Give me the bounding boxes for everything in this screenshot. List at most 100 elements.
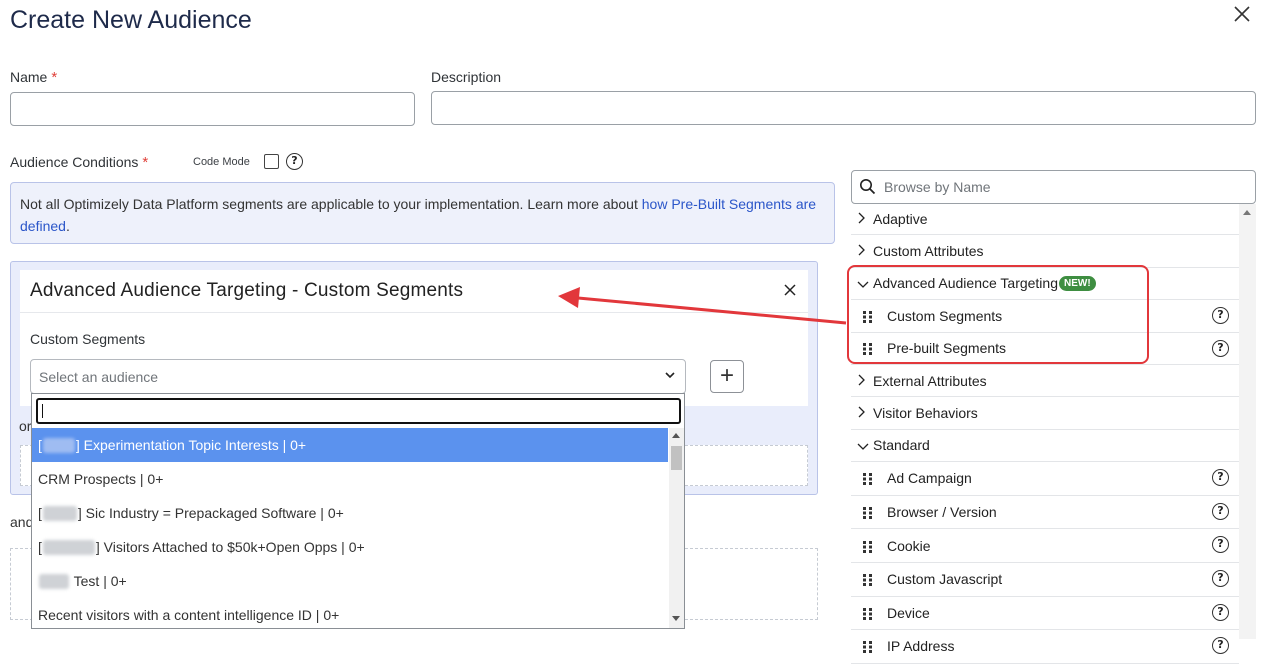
remove-condition-icon[interactable] [782,282,798,303]
dropdown-scrollbar[interactable] [669,428,684,628]
redacted-text [42,437,75,453]
condition-card-title: Advanced Audience Targeting - Custom Seg… [30,280,464,301]
drag-handle-icon[interactable] [863,607,873,620]
category-label: External Attributes [873,372,987,389]
category-adaptive[interactable]: Adaptive [851,203,1239,236]
item-label: Cookie [887,537,931,554]
audience-conditions-text: Audience Conditions [10,154,139,170]
dropdown-option[interactable]: Test | 0+ [32,564,668,598]
info-tail: . [65,218,70,234]
drag-handle-icon[interactable] [863,540,873,553]
category-custom-attributes[interactable]: Custom Attributes [851,235,1239,268]
code-mode-help-icon[interactable]: ? [286,153,303,170]
code-mode-checkbox[interactable] [264,154,279,169]
browse-search-input[interactable]: Browse by Name [851,170,1256,204]
info-banner: Not all Optimizely Data Platform segment… [10,182,835,244]
item-label: Browser / Version [887,504,997,521]
item-standard[interactable]: Device? [851,597,1239,631]
name-label-text: Name [10,69,48,85]
category-label: Standard [873,437,930,454]
chevron-right-icon [857,373,867,389]
card-divider [20,312,808,313]
required-mark: * [142,154,149,171]
redacted-text [42,539,95,555]
info-text: Not all Optimizely Data Platform segment… [20,196,642,212]
audience-select[interactable]: Select an audience [30,359,686,394]
chevron-down-icon [663,368,677,385]
option-prefix: [ [38,505,42,521]
code-mode-label: Code Mode [193,156,250,168]
item-label: Ad Campaign [887,470,972,487]
chevron-right-icon [857,211,867,227]
audience-conditions-label: Audience Conditions * [10,154,148,171]
chevron-right-icon [857,243,867,259]
audience-select-placeholder: Select an audience [39,369,159,385]
category-visitor-behaviors[interactable]: Visitor Behaviors [851,397,1239,430]
page-title: Create New Audience [10,6,252,34]
item-standard[interactable]: Custom Javascript? [851,563,1239,597]
category-external-attributes[interactable]: External Attributes [851,365,1239,398]
description-input[interactable] [431,91,1256,125]
help-icon[interactable]: ? [1212,569,1229,587]
scroll-up-arrow-icon[interactable] [1243,210,1251,215]
dropdown-option[interactable]: [ ] Sic Industry = Prepackaged Software |… [32,496,668,530]
search-icon [859,178,876,200]
drag-handle-icon[interactable] [863,472,873,486]
custom-segments-field-label: Custom Segments [30,331,146,347]
item-standard[interactable]: Cookie? [851,529,1239,563]
chevron-right-icon [857,405,867,421]
category-label: Custom Attributes [873,243,984,260]
help-icon[interactable]: ? [1212,307,1229,325]
option-prefix: [ [38,437,42,453]
dropdown-search-input[interactable] [36,398,681,424]
dropdown-list: [ ] Experimentation Topic Interests | 0+ C… [32,428,668,628]
category-label: Visitor Behaviors [873,405,978,422]
text-caret [42,404,43,418]
item-label: Custom Javascript [887,571,1003,588]
annotation-highlight-box [847,265,1149,364]
scroll-thumb[interactable] [671,446,682,470]
item-standard[interactable]: IP Address? [851,630,1239,664]
standard-items: Ad Campaign? Browser / Version? Cookie? Cus… [851,462,1239,664]
help-icon[interactable]: ? [1212,536,1229,554]
option-label: Recent visitors with a content intellige… [38,607,340,623]
drag-handle-icon[interactable] [863,573,873,587]
redacted-text [39,573,69,589]
required-mark: * [51,69,58,86]
help-icon[interactable]: ? [1212,502,1229,520]
option-prefix: [ [38,539,42,555]
option-label: CRM Prospects | 0+ [38,471,164,487]
help-icon[interactable]: ? [1212,469,1229,487]
or-label: or [19,418,32,434]
and-label: and [10,514,34,530]
scroll-down-arrow-icon[interactable] [672,616,680,621]
name-input[interactable] [10,92,415,126]
option-label: ] Sic Industry = Prepackaged Software | … [77,505,344,521]
help-icon[interactable]: ? [1212,603,1229,621]
close-icon[interactable] [1230,2,1254,26]
help-icon[interactable]: ? [1212,339,1229,357]
dropdown-option[interactable]: CRM Prospects | 0+ [32,462,668,496]
option-label: ] Visitors Attached to $50k+Open Opps | … [95,539,365,555]
scroll-up-arrow-icon[interactable] [672,433,680,438]
chevron-down-icon [857,437,869,453]
redacted-text [42,505,77,521]
add-audience-button[interactable]: + [710,360,744,393]
dropdown-option[interactable]: Recent visitors with a content intellige… [32,598,668,628]
item-label: IP Address [887,638,955,655]
option-label: ] Experimentation Topic Interests | 0+ [75,437,307,453]
item-standard[interactable]: Browser / Version? [851,496,1239,530]
dropdown-option[interactable]: [ ] Visitors Attached to $50k+Open Opps |… [32,530,668,564]
option-label: Test | 0+ [70,573,127,589]
drag-handle-icon[interactable] [863,506,873,520]
category-label: Adaptive [873,210,928,227]
browser-scrollbar[interactable] [1239,204,1256,639]
category-standard[interactable]: Standard [851,430,1239,463]
help-icon[interactable]: ? [1212,637,1229,655]
name-label: Name * [10,69,57,86]
drag-handle-icon[interactable] [863,640,873,654]
description-label: Description [431,69,502,85]
item-label: Device [887,604,930,621]
item-standard[interactable]: Ad Campaign? [851,462,1239,496]
dropdown-option[interactable]: [ ] Experimentation Topic Interests | 0+ [32,428,668,462]
